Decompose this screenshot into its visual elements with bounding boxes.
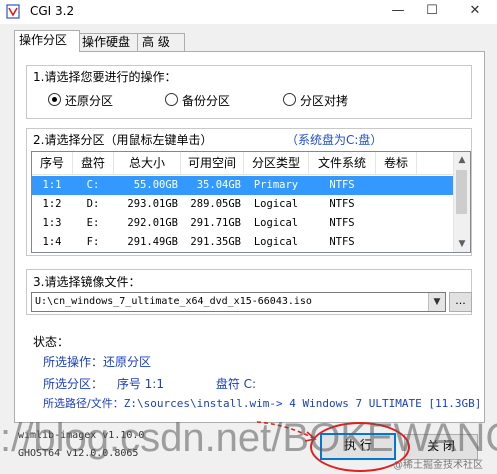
cell-index: 1:2: [42, 198, 62, 210]
chevron-down-icon[interactable]: ▼: [428, 293, 445, 311]
cell-free: 35.04GB: [196, 179, 241, 191]
radio-copy-label: 分区对拷: [300, 94, 349, 108]
cell-total: 293.01GB: [127, 198, 178, 210]
column-header-free[interactable]: 可用空间: [181, 152, 244, 174]
cell-free: 291.71GB: [190, 217, 241, 229]
minimize-button[interactable]: —: [384, 0, 412, 24]
radio-restore-label: 还原分区: [65, 94, 114, 108]
browse-button[interactable]: ...: [449, 292, 472, 312]
table-row[interactable]: 1:3 E: 292.01GB 291.71GB Logical NTFS: [32, 214, 454, 233]
status-partition: 所选分区： 序号 1:1 盘符 C:: [43, 375, 256, 392]
cell-fs: NTFS: [329, 179, 355, 191]
cell-label: [376, 233, 416, 252]
cell-type: Logical: [253, 236, 299, 248]
cell-drive: C:: [86, 179, 100, 191]
cell-fs: NTFS: [329, 198, 355, 210]
table-row[interactable]: 1:2 D: 293.01GB 289.05GB Logical NTFS: [32, 195, 454, 214]
close-window-button[interactable]: ✕: [455, 0, 495, 24]
tab-advanced[interactable]: 高 级: [137, 33, 185, 51]
cell-type: Primary: [253, 179, 299, 191]
maximize-button[interactable]: ☐: [418, 0, 446, 24]
cell-label: [376, 176, 416, 195]
image-path-value: U:\cn_windows_7_ultimate_x64_dvd_x15-660…: [35, 296, 312, 307]
status-path-value: Z:\sources\install.wim-> 4 Windows 7 ULT…: [123, 397, 482, 410]
cell-free: 289.05GB: [190, 198, 241, 210]
table-row[interactable]: 1:4 F: 291.49GB 291.35GB Logical NTFS: [32, 233, 454, 252]
image-group-title: 3.请选择镜像文件：: [31, 273, 143, 290]
system-disk-note: （系统盘为C:盘）: [286, 133, 383, 147]
cell-total: 291.49GB: [127, 236, 178, 248]
table-scrollbar[interactable]: ▲ ▼: [453, 152, 470, 252]
partition-group-title: 2.请选择分区（用鼠标左键单击）: [31, 131, 215, 148]
status-path: 所选路径/文件：Z:\sources\install.wim-> 4 Windo…: [43, 395, 481, 411]
tab-disk[interactable]: 操作硬盘: [77, 33, 139, 51]
cell-total: 55.00GB: [133, 179, 178, 191]
radio-restore-indicator[interactable]: [48, 93, 61, 106]
ghost-version: GHOST64 v12.0.0.8065: [18, 448, 139, 459]
status-partition-label: 所选分区：: [43, 377, 104, 391]
table-row[interactable]: 1:1 C: 55.00GB 35.04GB Primary NTFS: [32, 176, 454, 195]
title-bar[interactable]: CGI 3.2 — ☐ ✕: [0, 0, 497, 24]
scroll-up-icon[interactable]: ▲: [454, 152, 470, 168]
radio-backup-indicator[interactable]: [165, 93, 178, 106]
scroll-down-icon[interactable]: ▼: [454, 236, 470, 252]
cell-index: 1:3: [42, 217, 62, 229]
status-title: 状态：: [33, 335, 70, 349]
app-icon: [6, 4, 20, 19]
status-path-label: 所选路径/文件：: [43, 397, 124, 410]
image-path-select[interactable]: U:\cn_windows_7_ultimate_x64_dvd_x15-660…: [31, 292, 446, 312]
column-header-total[interactable]: 总大小: [114, 152, 181, 174]
column-header-drive[interactable]: 盘符: [73, 152, 114, 174]
radio-copy-indicator[interactable]: [283, 93, 296, 106]
cell-index: 1:1: [42, 179, 62, 191]
cell-label: [376, 214, 416, 233]
cell-free: 291.35GB: [190, 236, 241, 248]
cell-drive: E:: [86, 217, 100, 229]
cell-fs: NTFS: [329, 236, 355, 248]
cell-type: Logical: [253, 217, 299, 229]
radio-backup-label: 备份分区: [182, 94, 231, 108]
status-operation: 所选操作：还原分区: [43, 353, 151, 370]
column-header-fs[interactable]: 文件系统: [309, 152, 376, 174]
column-header-type[interactable]: 分区类型: [244, 152, 309, 174]
watermark-corner: @稀土掘金技术社区: [393, 460, 483, 471]
cgi-window: CGI 3.2 — ☐ ✕ 操作分区 操作硬盘 高 级 1.请选择您要进行的操作…: [0, 0, 497, 474]
cell-label: [376, 195, 416, 214]
operation-group-title: 1.请选择您要进行的操作：: [31, 68, 179, 85]
status-operation-label: 所选操作：: [43, 355, 104, 369]
partition-table[interactable]: 序号 盘符 总大小 可用空间 分区类型 文件系统 卷标 1:1 C: 55.00…: [31, 151, 471, 253]
cell-index: 1:4: [42, 236, 62, 248]
cell-drive: D:: [86, 198, 100, 210]
cell-drive: F:: [86, 236, 100, 248]
cell-total: 292.01GB: [127, 217, 178, 229]
cell-fs: NTFS: [329, 217, 355, 229]
status-operation-value: 还原分区: [103, 355, 152, 369]
column-header-index[interactable]: 序号: [32, 152, 73, 174]
column-header-label[interactable]: 卷标: [376, 152, 417, 174]
window-title: CGI 3.2: [30, 4, 75, 18]
tab-partition[interactable]: 操作分区: [14, 30, 80, 52]
status-drive: 盘符 C:: [215, 377, 257, 391]
cell-type: Logical: [253, 198, 299, 210]
table-header: 序号 盘符 总大小 可用空间 分区类型 文件系统 卷标: [32, 152, 454, 175]
scroll-thumb[interactable]: [456, 170, 467, 214]
wimlib-version: wimlib-imagex v1.10.0: [18, 430, 145, 441]
status-partition-value: 序号 1:1: [116, 377, 164, 391]
